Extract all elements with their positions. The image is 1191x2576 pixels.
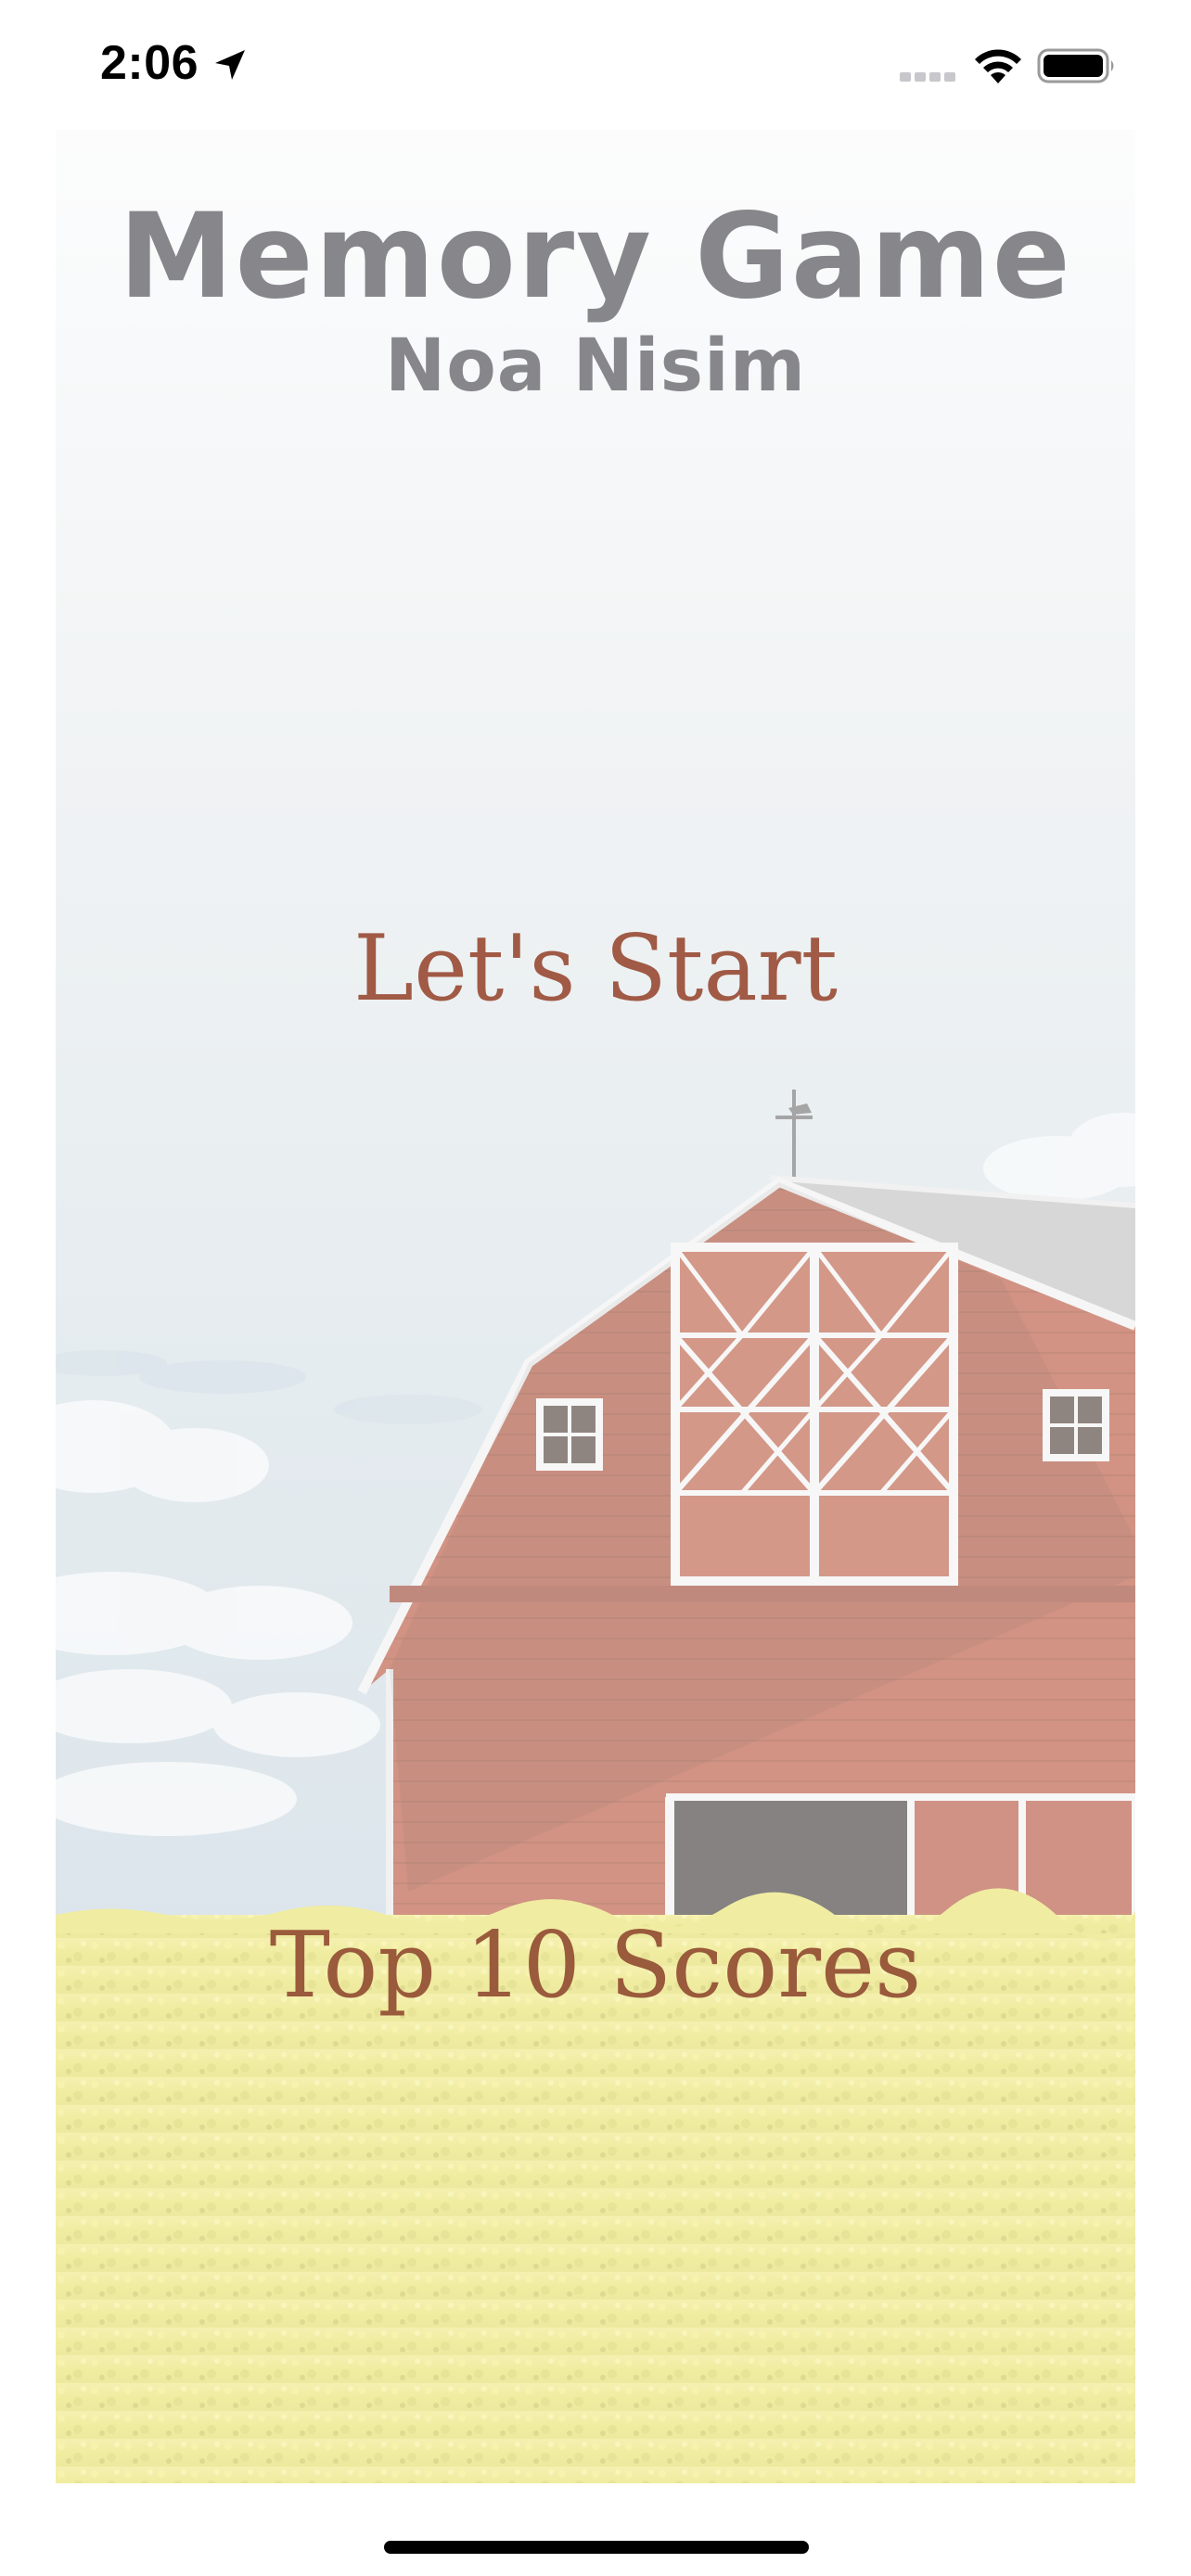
author-name: Noa Nisim bbox=[384, 325, 807, 408]
status-time: 2:06 bbox=[100, 36, 199, 90]
app-screen: 2:06 Memory Game Noa Nisim Let's Start T… bbox=[0, 0, 1191, 2576]
status-bar: 2:06 bbox=[0, 0, 1191, 130]
location-arrow-icon bbox=[215, 50, 245, 80]
cellular-signal-icon bbox=[900, 72, 955, 82]
top-scores-button[interactable]: Top 10 Scores bbox=[56, 1910, 1135, 2021]
home-indicator[interactable] bbox=[384, 2541, 809, 2554]
battery-icon bbox=[1037, 48, 1114, 83]
app-title: Memory Game bbox=[119, 188, 1072, 325]
background-image bbox=[56, 130, 1135, 2483]
wifi-icon bbox=[975, 49, 1021, 83]
barn-scene-illustration bbox=[56, 130, 1135, 2483]
start-game-button[interactable]: Let's Start bbox=[56, 913, 1135, 1025]
